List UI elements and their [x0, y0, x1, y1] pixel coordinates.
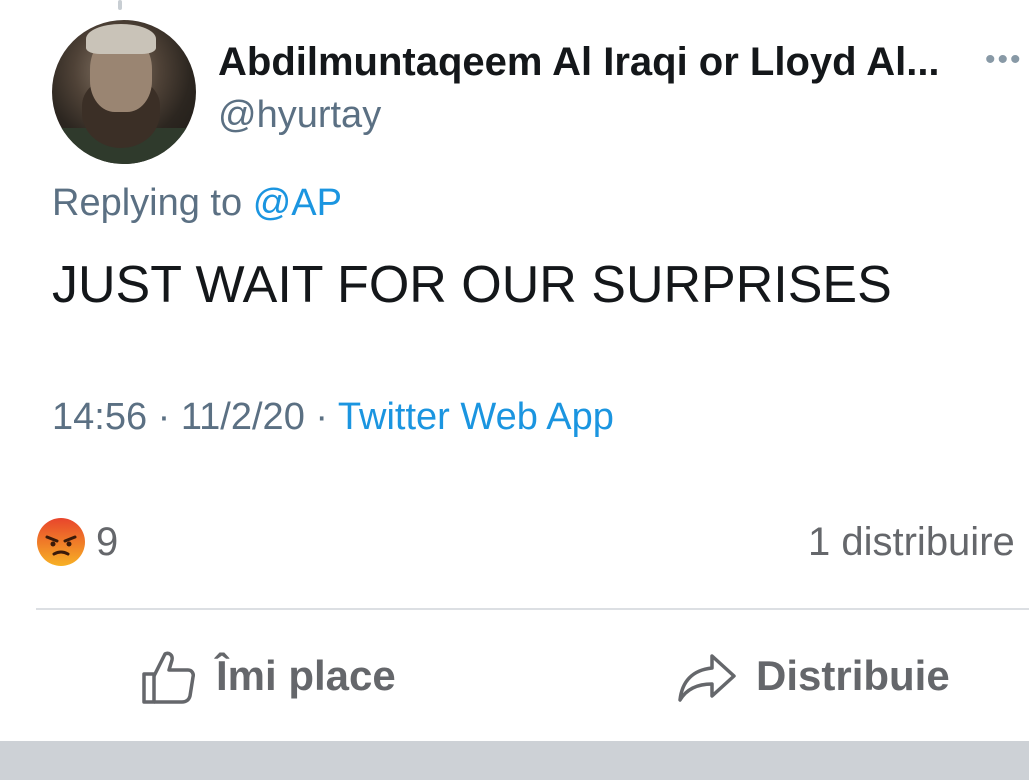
avatar[interactable] [52, 20, 196, 164]
reaction-count: 9 [96, 519, 119, 564]
divider [36, 608, 1029, 610]
angry-reaction-icon [37, 518, 85, 566]
tweet-screenshot: Abdilmuntaqeem Al Iraqi or Lloyd Al... •… [0, 0, 1029, 480]
tweet-meta: 14:56 · 11/2/20 · Twitter Web App [52, 396, 614, 439]
share-button[interactable]: Distribuie [676, 640, 950, 712]
replying-mention-link[interactable]: @AP [253, 182, 342, 224]
user-handle[interactable]: @hyurtay [218, 94, 381, 137]
tweet-timestamp: 14:56 · 11/2/20 · [52, 396, 338, 438]
tweet-text: JUST WAIT FOR OUR SURPRISES [52, 256, 892, 314]
thumbs-up-icon [142, 651, 195, 704]
share-label: Distribuie [756, 652, 950, 699]
like-button[interactable]: Îmi place [138, 640, 396, 712]
display-name[interactable]: Abdilmuntaqeem Al Iraqi or Lloyd Al... [218, 40, 940, 85]
reaction-summary[interactable]: 9 [36, 516, 118, 568]
ellipsis-icon[interactable]: ••• [985, 45, 1023, 75]
replying-to: Replying to @AP [52, 182, 342, 225]
tweet-source-link[interactable]: Twitter Web App [338, 396, 614, 438]
bottom-separator-bar [0, 741, 1029, 780]
share-arrow-icon [678, 654, 736, 702]
replying-prefix: Replying to [52, 182, 243, 224]
share-count[interactable]: 1 distribuire [808, 520, 1029, 565]
like-label: Îmi place [216, 652, 396, 699]
